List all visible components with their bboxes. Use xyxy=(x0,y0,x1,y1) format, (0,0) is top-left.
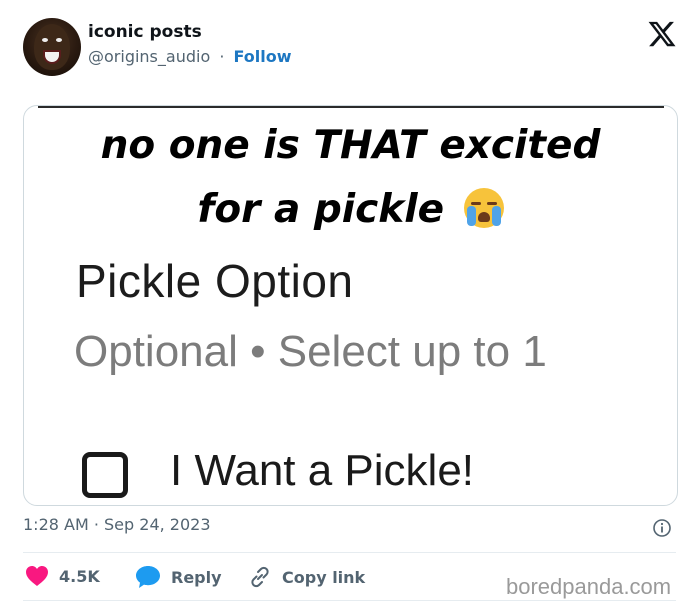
reply-icon xyxy=(136,566,160,588)
like-button[interactable]: 4.5K xyxy=(25,565,100,587)
media-card[interactable]: no one is THAT excited for a pickle Pick… xyxy=(23,105,678,506)
info-icon[interactable] xyxy=(652,518,672,538)
loudly-crying-face-emoji-icon xyxy=(463,188,504,228)
link-icon xyxy=(251,566,269,588)
avatar-eye xyxy=(42,38,48,42)
heart-icon xyxy=(26,566,48,586)
copy-link-label: Copy link xyxy=(282,567,366,587)
option-item-label: I Want a Pickle! xyxy=(170,446,475,495)
tweet-timestamp[interactable]: 1:28 AM · Sep 24, 2023 xyxy=(23,515,211,534)
image-top-edge xyxy=(38,106,664,108)
avatar[interactable] xyxy=(23,18,81,76)
option-group-title: Pickle Option xyxy=(76,255,354,307)
like-count: 4.5K xyxy=(59,566,100,586)
bottom-divider xyxy=(23,600,676,601)
avatar-eye xyxy=(56,38,62,42)
option-group-subtitle: Optional • Select up to 1 xyxy=(74,327,547,376)
reply-label: Reply xyxy=(171,567,222,587)
handle-row: @origins_audio · Follow xyxy=(88,47,292,66)
pickle-checkbox[interactable] xyxy=(82,452,128,498)
author-handle[interactable]: @origins_audio xyxy=(88,47,210,66)
separator: · xyxy=(219,47,225,66)
caption-line-2: for a pickle xyxy=(197,187,445,232)
reply-button[interactable]: Reply xyxy=(135,565,222,589)
caption-line-2-row: for a pickle xyxy=(24,178,677,242)
caption-line-1: no one is THAT excited xyxy=(100,123,601,168)
follow-button[interactable]: Follow xyxy=(234,47,292,66)
watermark: boredpanda.com xyxy=(506,574,672,599)
tweet-header: iconic posts @origins_audio · Follow xyxy=(0,0,700,100)
meme-caption: no one is THAT excited for a pickle xyxy=(24,114,677,242)
divider xyxy=(23,552,676,553)
author-name[interactable]: iconic posts xyxy=(88,22,202,42)
copy-link-button[interactable]: Copy link xyxy=(248,565,365,589)
x-logo-icon[interactable] xyxy=(647,19,677,49)
